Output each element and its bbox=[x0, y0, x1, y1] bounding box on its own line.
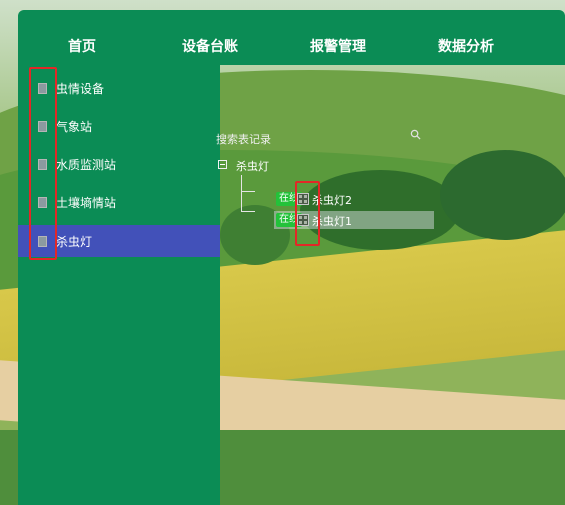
device-icon bbox=[38, 235, 47, 247]
tree-connector bbox=[241, 191, 255, 192]
tree-connector bbox=[241, 175, 242, 211]
tree-node-lamp-1[interactable]: 在线 杀虫灯1 bbox=[274, 211, 434, 229]
sidebar-item-label: 杀虫灯 bbox=[56, 234, 93, 249]
collapse-icon[interactable] bbox=[218, 160, 227, 169]
device-icon bbox=[297, 214, 309, 226]
tree-node-label: 杀虫灯2 bbox=[312, 194, 352, 207]
device-icon bbox=[38, 120, 47, 132]
tree-node-root[interactable]: 杀虫灯 bbox=[218, 158, 418, 176]
nav-device-ledger[interactable]: 设备台账 bbox=[146, 10, 274, 65]
nav-alarm-management[interactable]: 报警管理 bbox=[274, 10, 402, 65]
search-icon[interactable] bbox=[410, 129, 421, 140]
sidebar-item-label: 水质监测站 bbox=[56, 157, 117, 172]
sidebar-item-soil-moisture[interactable]: 土壤墒情站 bbox=[18, 186, 220, 218]
tree-node-label: 杀虫灯 bbox=[236, 160, 269, 173]
sidebar-item-water-quality[interactable]: 水质监测站 bbox=[18, 148, 220, 180]
device-icon bbox=[38, 158, 47, 170]
sidebar-item-weather-station[interactable]: 气象站 bbox=[18, 110, 220, 142]
tree-connector bbox=[241, 211, 255, 212]
sidebar-item-insect-device[interactable]: 虫情设备 bbox=[18, 72, 220, 104]
sidebar-item-label: 虫情设备 bbox=[56, 81, 105, 96]
sidebar-item-label: 气象站 bbox=[56, 119, 93, 134]
device-icon bbox=[297, 193, 309, 205]
tree-node-label: 杀虫灯1 bbox=[312, 215, 352, 228]
sidebar-item-label: 土壤墒情站 bbox=[56, 195, 117, 210]
device-icon bbox=[38, 196, 47, 208]
nav-data-analysis[interactable]: 数据分析 bbox=[402, 10, 530, 65]
nav-home[interactable]: 首页 bbox=[18, 10, 146, 65]
sidebar: 虫情设备 气象站 水质监测站 土壤墒情站 杀虫灯 bbox=[18, 65, 220, 505]
tree-node-lamp-2[interactable]: 在线 杀虫灯2 bbox=[274, 190, 364, 208]
search-placeholder: 搜索表记录 bbox=[216, 133, 271, 146]
app-window: 首页 设备台账 报警管理 数据分析 虫情设备 气象站 水质监测站 土壤墒情站 杀… bbox=[18, 10, 565, 505]
device-icon bbox=[38, 82, 47, 94]
sidebar-item-insect-lamp[interactable]: 杀虫灯 bbox=[18, 225, 220, 257]
search-input[interactable]: 搜索表记录 bbox=[216, 128, 421, 148]
top-navigation: 首页 设备台账 报警管理 数据分析 bbox=[18, 10, 565, 65]
